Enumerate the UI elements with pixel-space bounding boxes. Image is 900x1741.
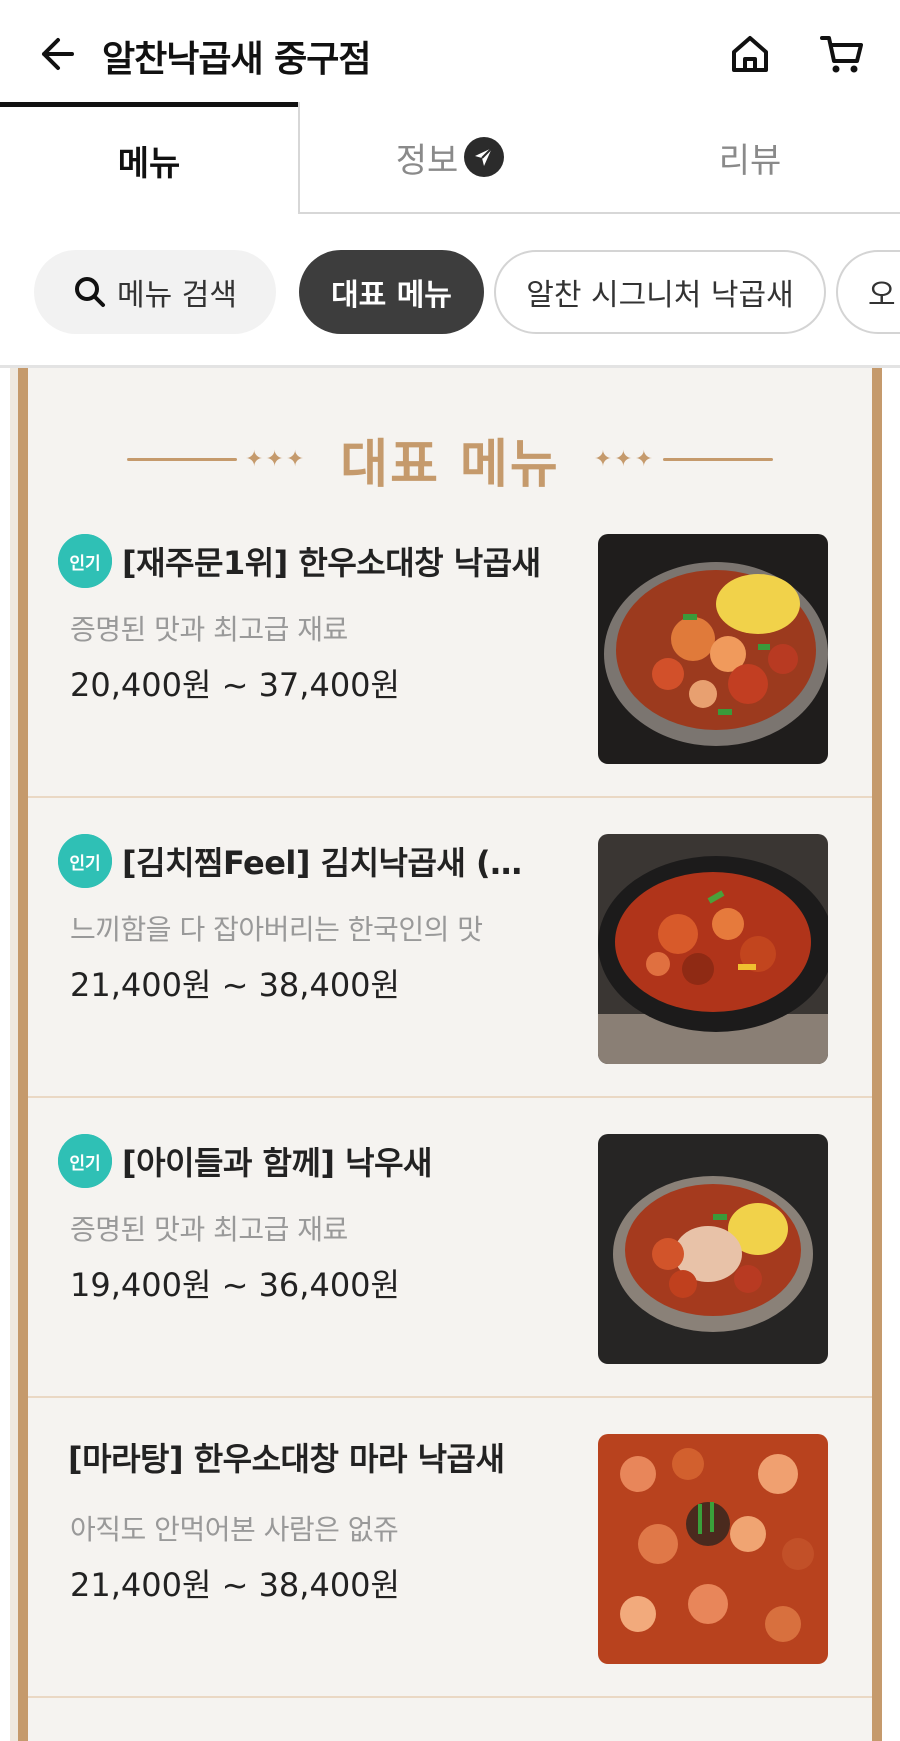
- menu-item[interactable]: [마라탕] 한우소대창 마라 낙곱새 아직도 안먹어본 사람은 없쥬 21,40…: [28, 1398, 872, 1698]
- tab-menu[interactable]: 메뉴: [0, 102, 298, 214]
- item-photo: [598, 534, 828, 764]
- item-name-row: [마라탕] 한우소대창 마라 낙곱새: [58, 1434, 568, 1480]
- item-price: 19,400원 ~ 36,400원: [70, 1266, 400, 1304]
- store-title: 알찬낙곱새 중구점: [102, 39, 371, 80]
- cart-button[interactable]: [816, 28, 868, 80]
- item-photo: [598, 834, 828, 1064]
- popular-badge: 인기: [58, 834, 112, 888]
- tab-review-label: 리뷰: [718, 140, 782, 181]
- section-header: ✦✦✦ 대표 메뉴 ✦✦✦: [28, 424, 872, 495]
- announcement-badge-icon: [464, 137, 505, 177]
- menu-search-button[interactable]: 메뉴 검색: [34, 250, 276, 334]
- menu-page: 알찬낙곱새 중구점 메뉴 정보 리뷰 메뉴 검색 대표 메뉴 알찬 시그니처 낙…: [0, 0, 900, 1741]
- tab-review[interactable]: 리뷰: [600, 102, 900, 214]
- menu-board: ✦✦✦ 대표 메뉴 ✦✦✦ 인기 [재주문1위] 한우소대창 낙곱새 증명된 맛…: [10, 368, 882, 1741]
- item-description: 느끼함을 다 잡아버리는 한국인의 맛: [70, 913, 483, 946]
- right-ornament: ✦✦✦: [586, 446, 774, 472]
- item-name-row: 인기 [김치찜Feel] 김치낙곱새 (…: [58, 834, 568, 888]
- item-name-row: 인기 [아이들과 함께] 낙우새: [58, 1134, 568, 1188]
- item-price: 21,400원 ~ 38,400원: [70, 1566, 400, 1604]
- search-icon: [75, 277, 106, 307]
- chip-featured-menu[interactable]: 대표 메뉴: [299, 250, 484, 334]
- arrow-left-icon: [42, 38, 74, 70]
- menu-item[interactable]: 인기 [아이들과 함께] 낙우새 증명된 맛과 최고급 재료 19,400원 ~…: [28, 1098, 872, 1398]
- menu-search-label: 메뉴 검색: [117, 278, 237, 313]
- item-photo: [598, 1134, 828, 1364]
- header: 알찬낙곱새 중구점: [0, 0, 900, 104]
- chip-signature[interactable]: 알찬 시그니처 낙곱새: [494, 250, 826, 334]
- popular-badge: 인기: [58, 534, 112, 588]
- item-name-row: 인기 [재주문1위] 한우소대창 낙곱새: [58, 534, 568, 588]
- section-title: 대표 메뉴: [340, 434, 560, 495]
- left-ornament: ✦✦✦: [126, 446, 314, 472]
- tab-info[interactable]: 정보: [298, 102, 600, 214]
- popular-badge: 인기: [58, 1134, 112, 1188]
- item-name: [아이들과 함께] 낙우새: [122, 1144, 432, 1182]
- cart-icon: [820, 36, 863, 73]
- item-price: 20,400원 ~ 37,400원: [70, 666, 400, 704]
- back-button[interactable]: [30, 28, 82, 80]
- category-chips: 메뉴 검색 대표 메뉴 알찬 시그니처 낙곱새 오: [0, 250, 900, 334]
- item-price: 21,400원 ~ 38,400원: [70, 966, 400, 1004]
- chip-next-category[interactable]: 오: [836, 250, 900, 334]
- item-description: 증명된 맛과 최고급 재료: [70, 613, 348, 646]
- item-name: [김치찜Feel] 김치낙곱새 (…: [122, 844, 522, 882]
- menu-item[interactable]: 인기 [재주문1위] 한우소대창 낙곱새 증명된 맛과 최고급 재료 20,40…: [28, 498, 872, 798]
- menu-item[interactable]: 인기 [김치찜Feel] 김치낙곱새 (… 느끼함을 다 잡아버리는 한국인의 …: [28, 798, 872, 1098]
- tab-info-label: 정보: [395, 140, 459, 181]
- item-name: [재주문1위] 한우소대창 낙곱새: [122, 544, 541, 582]
- item-name: [마라탕] 한우소대창 마라 낙곱새: [68, 1440, 505, 1478]
- item-description: 아직도 안먹어본 사람은 없쥬: [70, 1513, 399, 1546]
- ornament-line: [126, 457, 237, 461]
- item-description: 증명된 맛과 최고급 재료: [70, 1213, 348, 1246]
- home-button[interactable]: [724, 28, 776, 80]
- diamond-ornament-icon: ✦✦✦: [593, 446, 656, 472]
- tab-menu-label: 메뉴: [117, 144, 181, 184]
- home-icon: [732, 36, 768, 72]
- diamond-ornament-icon: ✦✦✦: [244, 446, 307, 472]
- item-photo: [598, 1434, 828, 1664]
- ornament-line: [663, 457, 774, 461]
- tab-bar: 메뉴 정보 리뷰: [0, 102, 900, 214]
